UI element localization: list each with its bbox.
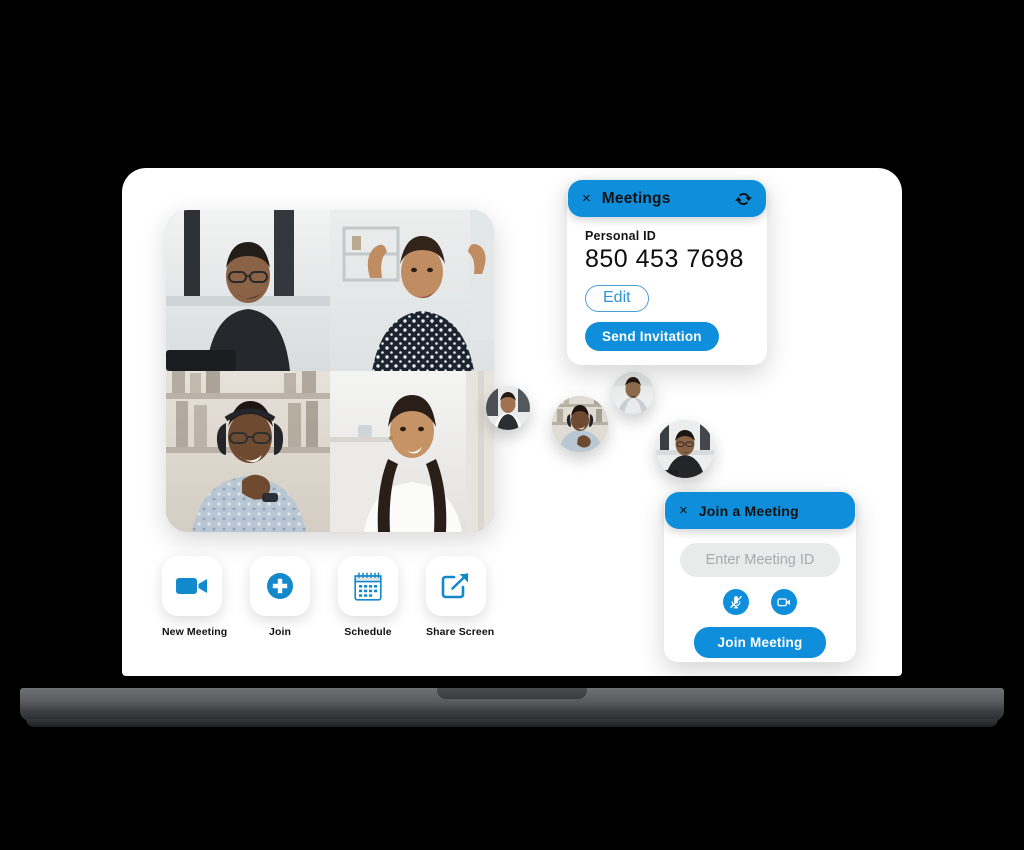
schedule-button-surface[interactable]	[338, 556, 398, 616]
video-tile-top-left[interactable]	[166, 210, 330, 371]
sync-icon[interactable]	[735, 191, 752, 207]
schedule-button[interactable]: Schedule	[338, 556, 398, 638]
calendar-icon	[354, 571, 382, 601]
meetings-panel-body: Personal ID 850 453 7698 Edit Send Invit…	[567, 217, 767, 351]
join-panel-title: Join a Meeting	[698, 502, 799, 519]
meetings-panel-title: Meetings	[601, 189, 671, 207]
action-toolbar: New Meeting Join Schedule Share Screen	[162, 556, 495, 638]
join-label: Join	[269, 626, 291, 638]
share-screen-button[interactable]: Share Screen	[426, 556, 495, 638]
avatar-image-1	[486, 386, 530, 430]
share-screen-icon	[441, 573, 469, 599]
laptop-base	[20, 688, 1004, 727]
join-panel-header: × Join a Meeting	[665, 492, 855, 529]
participant-video-3	[166, 371, 330, 532]
send-invitation-button[interactable]: Send Invitation	[585, 322, 719, 351]
laptop-screen: × Meetings Personal ID 850 453 7698 Edit…	[122, 168, 902, 676]
participant-video-1	[166, 210, 330, 371]
join-button-surface[interactable]	[250, 556, 310, 616]
avatar-image-4	[656, 420, 714, 478]
microphone-muted-icon[interactable]	[723, 589, 749, 615]
video-tile-bottom-left[interactable]	[166, 371, 330, 532]
join-meeting-button[interactable]: Join Meeting	[693, 627, 827, 658]
close-icon[interactable]: ×	[679, 503, 688, 518]
floating-avatar-3[interactable]	[612, 372, 654, 414]
laptop-base-notch	[437, 688, 587, 699]
avatar-image-3	[612, 372, 654, 414]
join-meeting-panel: × Join a Meeting Enter Meeting ID Join M…	[664, 492, 856, 662]
meetings-panel: × Meetings Personal ID 850 453 7698 Edit…	[567, 180, 767, 365]
share-screen-label: Share Screen	[426, 626, 495, 638]
floating-avatar-2[interactable]	[552, 396, 608, 452]
floating-avatar-1[interactable]	[486, 386, 530, 430]
join-panel-body: Join Meeting	[664, 529, 856, 658]
av-toggle-row	[680, 589, 840, 615]
screenshot-stage: × Meetings Personal ID 850 453 7698 Edit…	[0, 0, 1024, 850]
join-button[interactable]: Join	[250, 556, 310, 638]
share-screen-button-surface[interactable]	[426, 556, 486, 616]
video-camera-icon[interactable]	[771, 589, 797, 615]
new-meeting-button[interactable]: New Meeting	[162, 556, 228, 638]
new-meeting-label: New Meeting	[162, 626, 228, 638]
new-meeting-button-surface[interactable]	[162, 556, 222, 616]
edit-button[interactable]: Edit	[585, 285, 649, 312]
personal-id-label: Personal ID	[585, 229, 656, 243]
avatar-image-2	[552, 396, 608, 452]
participant-video-4	[330, 371, 494, 532]
close-icon[interactable]: ×	[582, 191, 591, 206]
meeting-id-input[interactable]	[680, 543, 840, 577]
meetings-panel-header: × Meetings	[568, 180, 766, 217]
floating-avatar-4[interactable]	[656, 420, 714, 478]
personal-id-value: 850 453 7698	[585, 245, 744, 273]
participant-video-2	[330, 210, 494, 371]
video-tile-bottom-right[interactable]	[330, 371, 494, 532]
schedule-label: Schedule	[344, 626, 392, 638]
video-tile-top-right[interactable]	[330, 210, 494, 371]
plus-circle-icon	[267, 573, 293, 599]
video-grid[interactable]	[166, 210, 494, 532]
video-camera-icon	[176, 578, 207, 594]
